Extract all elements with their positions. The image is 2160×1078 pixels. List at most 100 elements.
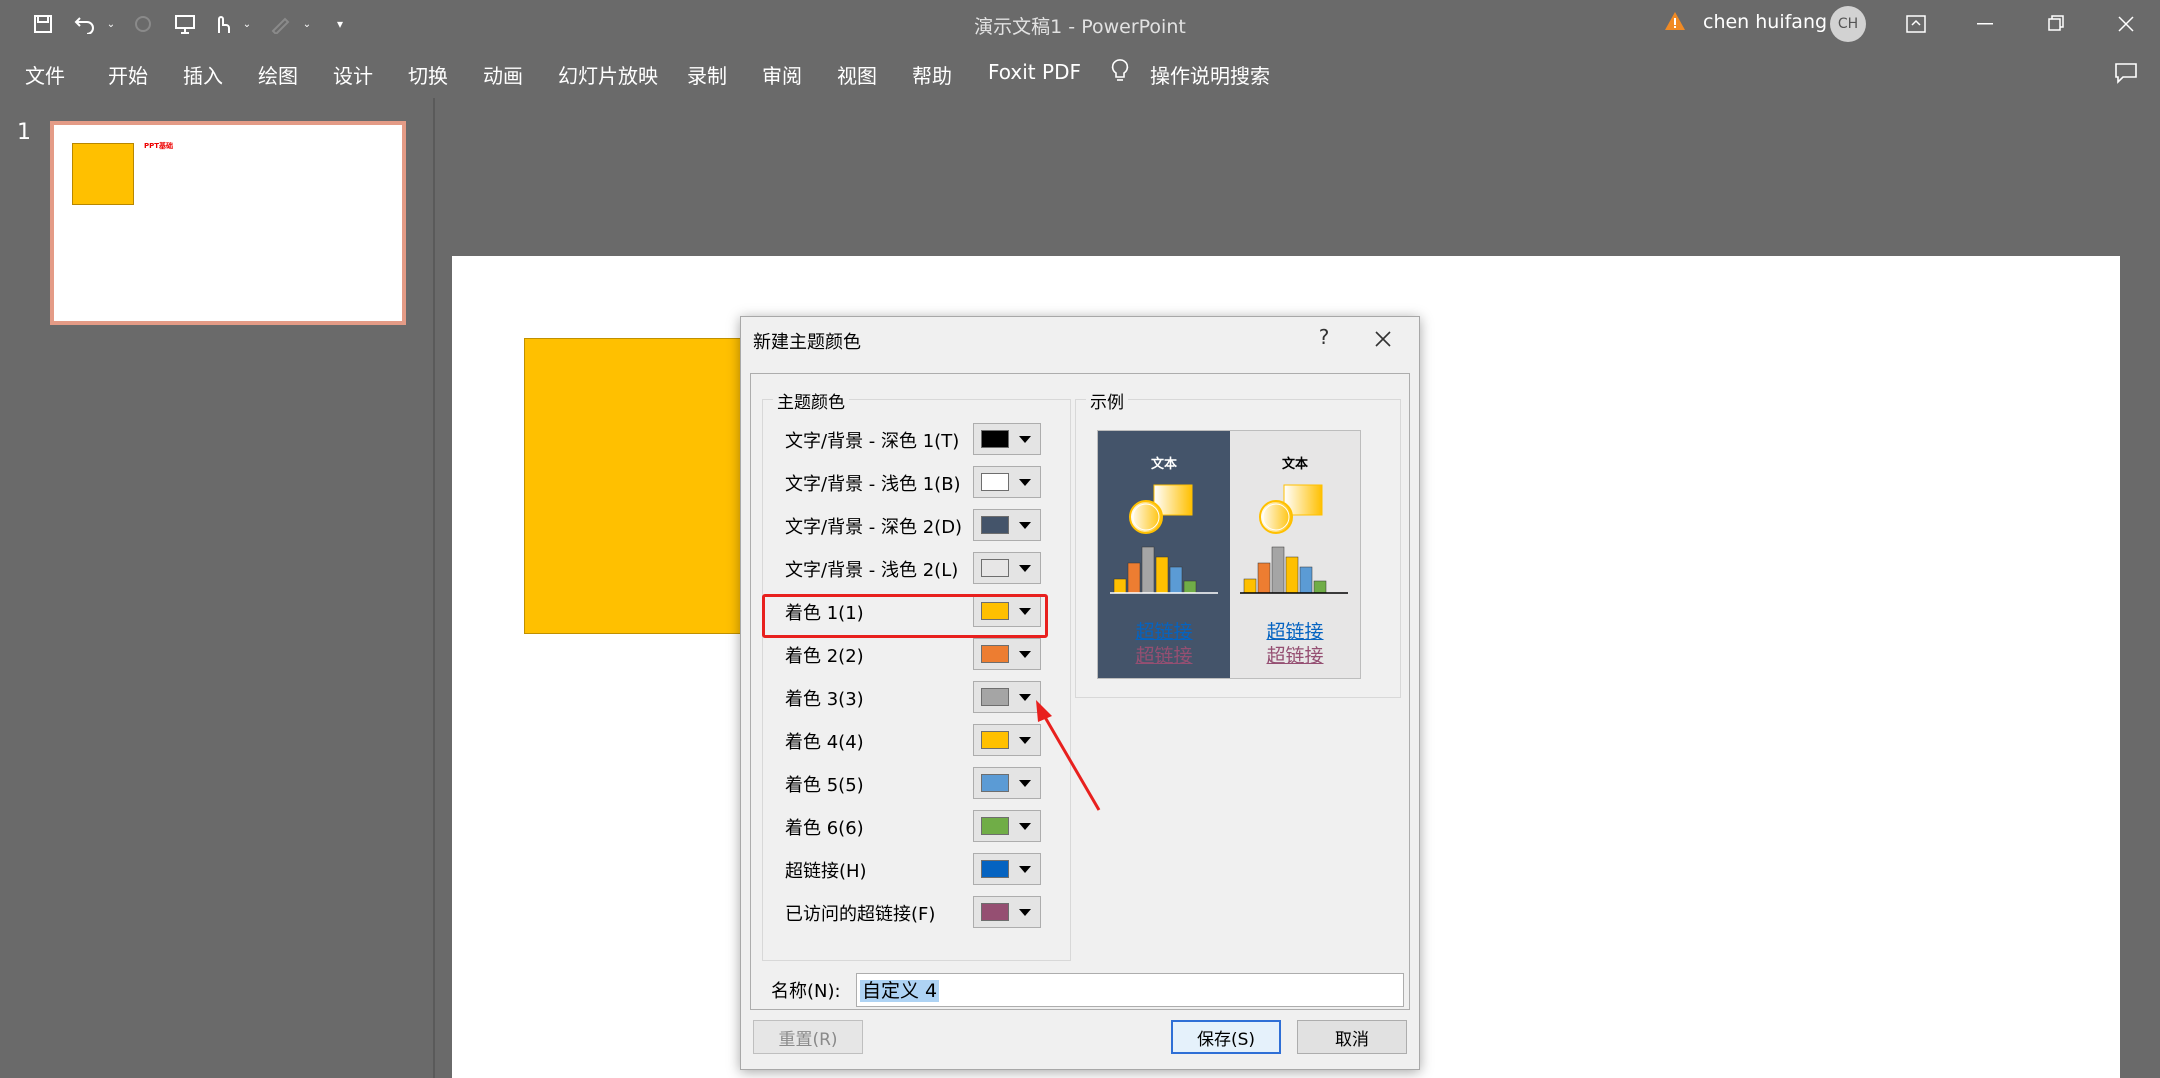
- lightbulb-icon[interactable]: [1110, 58, 1134, 89]
- menu-view[interactable]: 视图: [837, 60, 877, 89]
- menu-home[interactable]: 开始: [108, 60, 148, 89]
- menu-insert[interactable]: 插入: [183, 60, 223, 89]
- menu-draw[interactable]: 绘图: [258, 60, 298, 89]
- chevron-down-icon: [1019, 521, 1031, 529]
- color-row-accent3: 着色 3(3): [763, 677, 1063, 717]
- chevron-down-icon: [1019, 435, 1031, 443]
- sample-group-label: 示例: [1086, 388, 1128, 413]
- color-swatch-light1: [981, 473, 1009, 491]
- highlight-box: [762, 594, 1048, 638]
- pane-splitter[interactable]: [433, 98, 435, 1078]
- color-label-accent6: 着色 6(6): [785, 818, 864, 839]
- color-swatch-accent6: [981, 817, 1009, 835]
- color-swatch-followed-hyperlink: [981, 903, 1009, 921]
- color-row-accent5: 着色 5(5): [763, 763, 1063, 803]
- chevron-down-icon: [1019, 693, 1031, 701]
- menu-slideshow[interactable]: 幻灯片放映: [558, 60, 658, 89]
- color-row-light2: 文字/背景 - 浅色 2(L): [763, 548, 1063, 588]
- color-row-accent6: 着色 6(6): [763, 806, 1063, 846]
- reset-button[interactable]: 重置(R): [753, 1020, 863, 1054]
- color-picker-dark1[interactable]: [973, 423, 1041, 455]
- comments-icon[interactable]: [2114, 62, 2138, 89]
- slide-thumbnail[interactable]: PPT基础: [50, 121, 406, 325]
- theme-colors-group: 主题颜色 文字/背景 - 深色 1(T) 文字/背景 - 浅色 1(B) 文字/背景…: [762, 388, 1071, 961]
- color-picker-light2[interactable]: [973, 552, 1041, 584]
- preview-light-art: [1240, 484, 1348, 594]
- color-swatch-accent2: [981, 645, 1009, 663]
- menu-review[interactable]: 审阅: [762, 60, 802, 89]
- menu-transitions[interactable]: 切换: [408, 60, 448, 89]
- color-picker-accent3[interactable]: [973, 681, 1041, 713]
- theme-preview: 文本 超链接 超链接 文本 超链接 超链接: [1097, 430, 1361, 679]
- color-label-followed-hyperlink: 已访问的超链接(F): [785, 904, 936, 925]
- cancel-button[interactable]: 取消: [1297, 1020, 1407, 1054]
- preview-light: 文本 超链接 超链接: [1230, 431, 1360, 678]
- color-row-accent2: 着色 2(2): [763, 634, 1063, 674]
- warning-icon[interactable]: [1664, 10, 1686, 34]
- color-swatch-dark1: [981, 430, 1009, 448]
- color-row-dark1: 文字/背景 - 深色 1(T): [763, 419, 1063, 459]
- color-row-light1: 文字/背景 - 浅色 1(B): [763, 462, 1063, 502]
- menu-animations[interactable]: 动画: [483, 60, 523, 89]
- color-row-dark2: 文字/背景 - 深色 2(D): [763, 505, 1063, 545]
- chevron-down-icon: [1019, 908, 1031, 916]
- color-picker-accent6[interactable]: [973, 810, 1041, 842]
- color-picker-dark2[interactable]: [973, 509, 1041, 541]
- color-swatch-dark2: [981, 516, 1009, 534]
- chevron-down-icon: [1019, 822, 1031, 830]
- preview-light-link: 超链接: [1266, 621, 1324, 643]
- restore-icon[interactable]: [2036, 10, 2076, 38]
- dialog-body: 主题颜色 文字/背景 - 深色 1(T) 文字/背景 - 浅色 1(B) 文字/背景…: [750, 373, 1410, 1010]
- chevron-down-icon: [1019, 564, 1031, 572]
- color-label-light1: 文字/背景 - 浅色 1(B): [785, 474, 961, 495]
- menu-record[interactable]: 录制: [687, 60, 727, 89]
- color-picker-light1[interactable]: [973, 466, 1041, 498]
- save-button[interactable]: 保存(S): [1171, 1020, 1281, 1054]
- thumb-shape: [72, 143, 134, 205]
- thumb-title: PPT基础: [144, 142, 174, 150]
- color-row-hyperlink: 超链接(H): [763, 849, 1063, 889]
- minimize-icon[interactable]: [1966, 10, 2006, 38]
- tell-me-search[interactable]: 操作说明搜索: [1150, 60, 1270, 89]
- color-picker-accent2[interactable]: [973, 638, 1041, 670]
- color-label-accent2: 着色 2(2): [785, 646, 864, 667]
- close-icon[interactable]: [2106, 10, 2146, 38]
- color-label-dark2: 文字/背景 - 深色 2(D): [785, 517, 963, 538]
- preview-light-visited: 超链接: [1266, 645, 1324, 667]
- sample-group: 示例 文本 超链接 超链接 文本 超链接 超链接: [1075, 388, 1401, 698]
- color-picker-accent4[interactable]: [973, 724, 1041, 756]
- dialog-title: 新建主题颜色: [753, 332, 861, 353]
- color-row-followed-hyperlink: 已访问的超链接(F): [763, 892, 1063, 932]
- menu-bar: 文件 开始 插入 绘图 设计 切换 动画 幻灯片放映 录制 审阅 视图 帮助 F…: [0, 50, 2160, 96]
- help-button[interactable]: ?: [1311, 325, 1337, 351]
- name-input-value: 自定义 4: [860, 980, 940, 1002]
- name-input[interactable]: 自定义 4: [856, 973, 1404, 1007]
- color-swatch-accent5: [981, 774, 1009, 792]
- chevron-down-icon: [1019, 650, 1031, 658]
- color-picker-followed-hyperlink[interactable]: [973, 896, 1041, 928]
- ribbon-display-icon[interactable]: [1896, 10, 1936, 38]
- menu-file[interactable]: 文件: [25, 60, 65, 89]
- chevron-down-icon: [1019, 865, 1031, 873]
- color-label-accent4: 着色 4(4): [785, 732, 864, 753]
- avatar[interactable]: CH: [1830, 6, 1866, 42]
- preview-dark-art: [1110, 484, 1218, 594]
- color-picker-hyperlink[interactable]: [973, 853, 1041, 885]
- dialog-close-icon[interactable]: [1369, 325, 1397, 353]
- preview-light-text: 文本: [1281, 457, 1308, 472]
- title-bar: ⌄ ⌄ ⌄ ▾ 演示文稿1 - PowerPoint chen huifang …: [0, 0, 2160, 48]
- color-picker-accent5[interactable]: [973, 767, 1041, 799]
- preview-dark: 文本 超链接 超链接: [1098, 431, 1230, 678]
- color-label-dark1: 文字/背景 - 深色 1(T): [785, 431, 960, 452]
- menu-help[interactable]: 帮助: [912, 60, 952, 89]
- color-label-accent5: 着色 5(5): [785, 775, 864, 796]
- chevron-down-icon: [1019, 736, 1031, 744]
- theme-colors-dialog: 新建主题颜色 ? 主题颜色 文字/背景 - 深色 1(T) 文字/背景 - 浅色 …: [740, 316, 1420, 1070]
- preview-dark-link: 超链接: [1135, 621, 1193, 643]
- preview-dark-visited: 超链接: [1135, 645, 1193, 667]
- user-name[interactable]: chen huifang: [1703, 11, 1827, 33]
- menu-foxit-pdf[interactable]: Foxit PDF: [988, 60, 1081, 84]
- menu-design[interactable]: 设计: [333, 60, 373, 89]
- slide-number: 1: [17, 120, 31, 145]
- name-label: 名称(N):: [771, 981, 841, 1002]
